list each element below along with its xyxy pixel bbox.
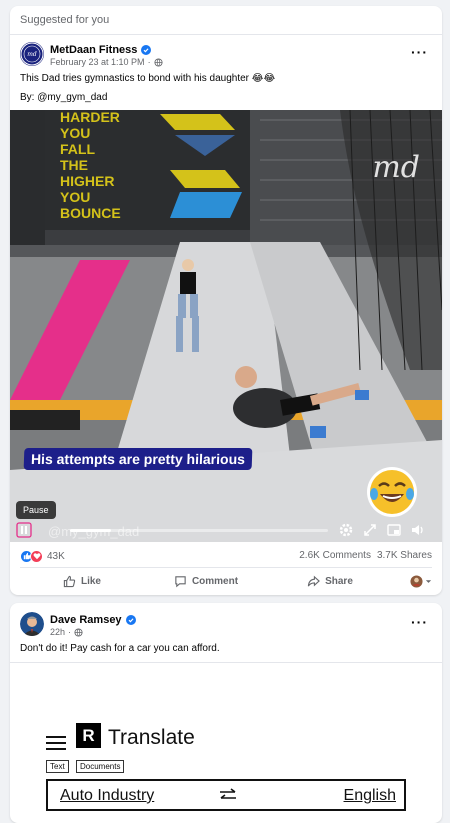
like-button[interactable]: Like	[20, 575, 144, 588]
author-name-row: Dave Ramsey	[50, 614, 136, 626]
verified-badge-icon	[141, 45, 152, 55]
video-watermark: md	[372, 150, 420, 185]
tab-text[interactable]: Text	[46, 760, 69, 773]
post-time[interactable]: 22h	[50, 627, 65, 637]
suggested-label: Suggested for you	[20, 14, 110, 26]
video-caption: His attempts are pretty hilarious	[23, 448, 253, 470]
chevron-down-icon	[425, 579, 432, 583]
post-date[interactable]: February 23 at 1:10 PM	[50, 57, 145, 67]
post-meta: 22h ·	[50, 627, 83, 637]
pause-tooltip: Pause	[16, 501, 56, 519]
avatar-text: md	[27, 51, 37, 58]
post-card-metdaan: Suggested for you md MetDaan Fitness Feb…	[10, 6, 442, 595]
more-options-icon[interactable]: ···	[411, 614, 428, 630]
volume-icon[interactable]	[410, 522, 426, 538]
language-bar: Auto Industry English	[46, 779, 406, 811]
author-avatar[interactable]	[20, 612, 44, 636]
settings-gear-icon[interactable]	[338, 522, 354, 538]
post-text: Don't do it! Pay cash for a car you can …	[20, 643, 220, 654]
reactions-count: 43K	[47, 550, 65, 562]
author-name[interactable]: Dave Ramsey	[50, 614, 122, 626]
comment-icon	[175, 575, 186, 587]
divider	[10, 34, 442, 35]
picture-in-picture-icon[interactable]	[386, 522, 402, 538]
like-label: Like	[80, 575, 101, 587]
swap-languages-icon[interactable]	[218, 788, 238, 802]
laughing-emoji-icon	[367, 467, 417, 517]
pause-icon[interactable]	[16, 522, 32, 538]
source-language[interactable]: Auto Industry	[60, 787, 154, 805]
reactions-summary[interactable]: 43K	[20, 549, 65, 563]
love-reaction-icon	[30, 549, 43, 563]
author-name[interactable]: MetDaan Fitness	[50, 44, 137, 56]
translate-logo: R	[76, 723, 101, 748]
shares-count[interactable]: 3.7K Shares	[377, 550, 432, 561]
post-card-dave-ramsey: Dave Ramsey 22h · ··· Don't do it! Pay c…	[10, 603, 442, 823]
menu-hamburger-icon[interactable]	[46, 736, 66, 754]
comment-label: Comment	[191, 575, 239, 587]
globe-icon	[154, 57, 163, 67]
post-text: This Dad tries gymnastics to bond with h…	[20, 73, 276, 84]
divider	[10, 662, 442, 663]
video-player[interactable]: HARDER YOU FALL THE HIGHER YOU BOUNCE md…	[10, 110, 442, 542]
author-name-row: MetDaan Fitness	[50, 44, 152, 56]
share-arrow-icon	[307, 575, 320, 586]
target-language[interactable]: English	[344, 787, 396, 805]
post-byline: By: @my_gym_dad	[20, 92, 108, 103]
comment-button[interactable]: Comment	[144, 575, 268, 588]
translate-title: Translate	[108, 726, 195, 749]
comments-count[interactable]: 2.6K Comments	[299, 550, 371, 561]
progress-bar[interactable]	[70, 529, 328, 532]
share-button[interactable]: Share	[268, 575, 392, 588]
author-avatar[interactable]: md	[20, 42, 44, 66]
reaction-profile-selector[interactable]	[392, 574, 432, 588]
tab-documents[interactable]: Documents	[76, 760, 125, 773]
verified-badge-icon	[125, 615, 136, 625]
share-label: Share	[325, 575, 353, 587]
expand-icon[interactable]	[362, 522, 378, 538]
globe-icon	[74, 627, 83, 637]
video-controls	[10, 514, 442, 542]
post-meta: February 23 at 1:10 PM ·	[50, 57, 163, 67]
engagement-stats: 2.6K Comments 3.7K Shares	[299, 550, 432, 561]
post-actions: Like Comment Share	[20, 572, 432, 590]
progress-fill	[70, 529, 112, 532]
more-options-icon[interactable]: ···	[411, 44, 428, 60]
divider	[20, 567, 432, 568]
profile-avatar-icon	[410, 574, 423, 588]
thumbs-up-icon	[63, 575, 76, 587]
